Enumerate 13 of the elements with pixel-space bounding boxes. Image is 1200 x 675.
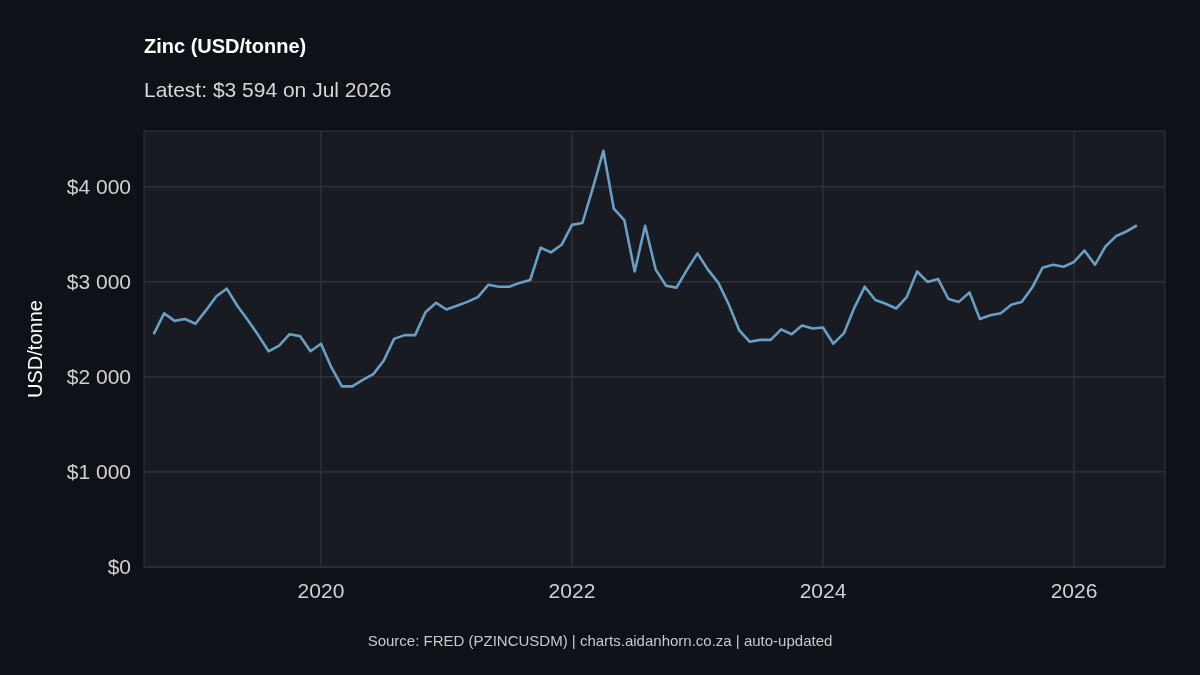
x-tick-label: 2022 [548, 579, 596, 602]
x-tick-label: 2024 [799, 579, 847, 602]
x-tick-label: 2026 [1050, 579, 1098, 602]
y-tick-label: $2 000 [66, 364, 131, 388]
x-tick-label: 2020 [297, 579, 345, 602]
chart-subtitle: Latest: $3 594 on Jul 2026 [144, 77, 392, 103]
y-tick-label: $1 000 [66, 459, 131, 483]
y-tick-label: $0 [107, 555, 131, 578]
y-axis-title: USD/tonne [24, 300, 46, 398]
chart-title: Zinc (USD/tonne) [144, 34, 307, 59]
y-tick-label: $4 000 [66, 174, 131, 198]
source-caption: Source: FRED (PZINCUSDM) | charts.aidanhorn.co.za | auto-updated [367, 632, 833, 649]
y-tick-label: $3 000 [66, 269, 131, 293]
